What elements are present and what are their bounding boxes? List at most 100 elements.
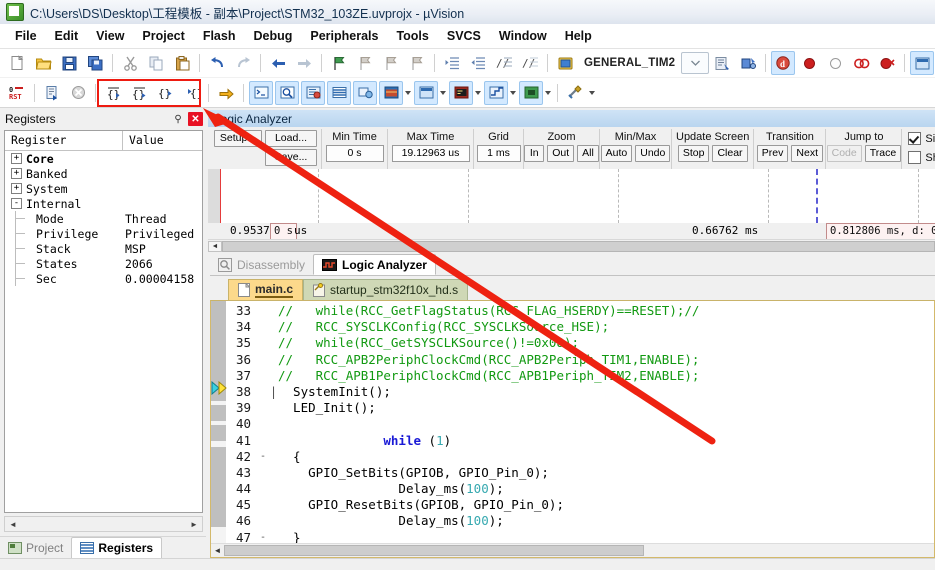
scroll-left-icon[interactable]: ◄ [211, 545, 224, 557]
load-button[interactable]: Load... [265, 130, 317, 147]
chevron-down-icon[interactable] [440, 90, 446, 95]
start-stop-debug-icon[interactable]: d [771, 51, 796, 75]
menu-tools[interactable]: Tools [387, 26, 437, 46]
table-row[interactable]: Sec 0.00004158 [5, 271, 202, 286]
table-row[interactable]: Stack MSP [5, 241, 202, 256]
table-row[interactable]: - Internal [5, 196, 202, 211]
scrollbar-thumb[interactable] [222, 241, 935, 252]
watch-windows-icon[interactable] [379, 80, 403, 105]
step-out-icon[interactable]: {} [153, 81, 177, 105]
menu-help[interactable]: Help [556, 26, 601, 46]
trace-windows-icon[interactable] [519, 80, 543, 105]
run-to-cursor-icon[interactable]: {} [179, 81, 203, 105]
call-stack-window-icon[interactable] [353, 80, 377, 105]
checkbox-icon[interactable] [908, 132, 922, 145]
scroll-left-icon[interactable]: ◄ [208, 241, 222, 252]
paste-icon[interactable] [170, 51, 194, 75]
comment-lines-icon[interactable]: // [492, 51, 516, 75]
registers-horizontal-scrollbar[interactable]: ◄ ► [4, 516, 203, 532]
minmax-auto-button[interactable]: Auto [600, 145, 633, 162]
memory-window-icon[interactable] [910, 51, 935, 75]
open-file-icon[interactable] [31, 51, 55, 75]
pin-icon[interactable]: ⚲ [171, 112, 185, 126]
menu-debug[interactable]: Debug [244, 26, 301, 46]
menu-edit[interactable]: Edit [46, 26, 88, 46]
disable-breakpoint-icon[interactable] [823, 51, 847, 75]
min-time-field[interactable]: 0 s [325, 145, 384, 162]
expander-icon[interactable]: - [11, 198, 22, 209]
transition-prev-button[interactable]: Prev [756, 145, 789, 162]
navigate-backward-icon[interactable] [266, 51, 290, 75]
max-time-field[interactable]: 19.12963 us [391, 145, 470, 162]
chevron-down-icon[interactable] [589, 90, 595, 95]
waveform-canvas[interactable] [208, 169, 935, 223]
disable-all-breakpoints-icon[interactable] [849, 51, 873, 75]
target-options-window-icon[interactable] [710, 51, 734, 75]
zoom-all-button[interactable]: All [577, 145, 599, 162]
update-clear-button[interactable]: Clear [712, 145, 748, 162]
table-row[interactable]: Privilege Privileged [5, 226, 202, 241]
table-row[interactable]: + System [5, 181, 202, 196]
undo-icon[interactable] [205, 51, 229, 75]
save-button[interactable]: Save... [265, 149, 317, 166]
waveform-horizontal-scrollbar[interactable]: ◄ [208, 239, 935, 253]
scrollbar-thumb[interactable] [224, 545, 644, 556]
target-options-icon[interactable] [553, 51, 577, 75]
command-window-icon[interactable] [249, 80, 273, 105]
symbols-window-icon[interactable] [301, 80, 325, 105]
chevron-down-icon[interactable] [545, 90, 551, 95]
save-icon[interactable] [57, 51, 81, 75]
signal-info-checkbox[interactable]: Signal Info [908, 130, 935, 147]
tab-project[interactable]: Project [0, 538, 72, 558]
expander-icon[interactable]: + [11, 168, 22, 179]
manage-project-items-icon[interactable] [736, 51, 760, 75]
minmax-undo-button[interactable]: Undo [635, 145, 671, 162]
redo-icon[interactable] [231, 51, 255, 75]
zoom-in-button[interactable]: In [524, 145, 545, 162]
kill-all-breakpoints-icon[interactable] [875, 51, 899, 75]
menu-svcs[interactable]: SVCS [438, 26, 490, 46]
step-over-icon[interactable]: {} [127, 81, 151, 105]
menu-peripherals[interactable]: Peripherals [301, 26, 387, 46]
save-all-icon[interactable] [83, 51, 107, 75]
prev-bookmark-icon[interactable] [353, 51, 377, 75]
editor-horizontal-scrollbar[interactable]: ◄ [211, 543, 934, 557]
show-next-statement-icon[interactable] [214, 81, 238, 105]
menu-project[interactable]: Project [133, 26, 193, 46]
registers-window-icon[interactable] [327, 80, 351, 105]
grid-field[interactable]: 1 ms [476, 145, 521, 162]
insert-bookmark-icon[interactable] [327, 51, 351, 75]
table-row[interactable]: + Banked [5, 166, 202, 181]
chevron-down-icon[interactable] [405, 90, 411, 95]
tab-main-c[interactable]: main.c [228, 279, 304, 300]
expander-icon[interactable]: + [11, 183, 22, 194]
menu-flash[interactable]: Flash [194, 26, 245, 46]
serial-windows-icon[interactable] [449, 80, 473, 105]
waveform-cursor[interactable] [220, 169, 221, 223]
stop-icon[interactable] [66, 81, 90, 105]
step-into-icon[interactable]: {} [101, 81, 125, 105]
jump-to-trace-button[interactable]: Trace [864, 145, 902, 162]
menu-file[interactable]: File [6, 26, 46, 46]
close-icon[interactable]: ✕ [188, 112, 203, 126]
tab-disassembly[interactable]: Disassembly [210, 254, 314, 275]
menu-window[interactable]: Window [490, 26, 556, 46]
new-file-icon[interactable] [5, 51, 29, 75]
table-row[interactable]: + Core [5, 151, 202, 166]
indent-icon[interactable] [440, 51, 464, 75]
table-row[interactable]: States 2066 [5, 256, 202, 271]
scroll-left-icon[interactable]: ◄ [5, 517, 21, 531]
scroll-right-icon[interactable]: ► [186, 517, 202, 531]
setup-button[interactable]: Setup... [214, 130, 262, 147]
menu-view[interactable]: View [87, 26, 133, 46]
outdent-icon[interactable] [466, 51, 490, 75]
clear-bookmarks-icon[interactable] [405, 51, 429, 75]
checkbox-icon[interactable] [908, 151, 922, 164]
reset-cpu-icon[interactable]: 0 RST [5, 81, 29, 105]
code-editor[interactable]: 33 // while(RCC_GetFlagStatus(RCC_FLAG_H… [210, 300, 935, 558]
expander-icon[interactable]: + [11, 153, 22, 164]
analysis-windows-icon[interactable] [484, 80, 508, 105]
navigate-forward-icon[interactable] [292, 51, 316, 75]
scrollbar-thumb[interactable] [21, 517, 186, 531]
zoom-out-button[interactable]: Out [547, 145, 575, 162]
